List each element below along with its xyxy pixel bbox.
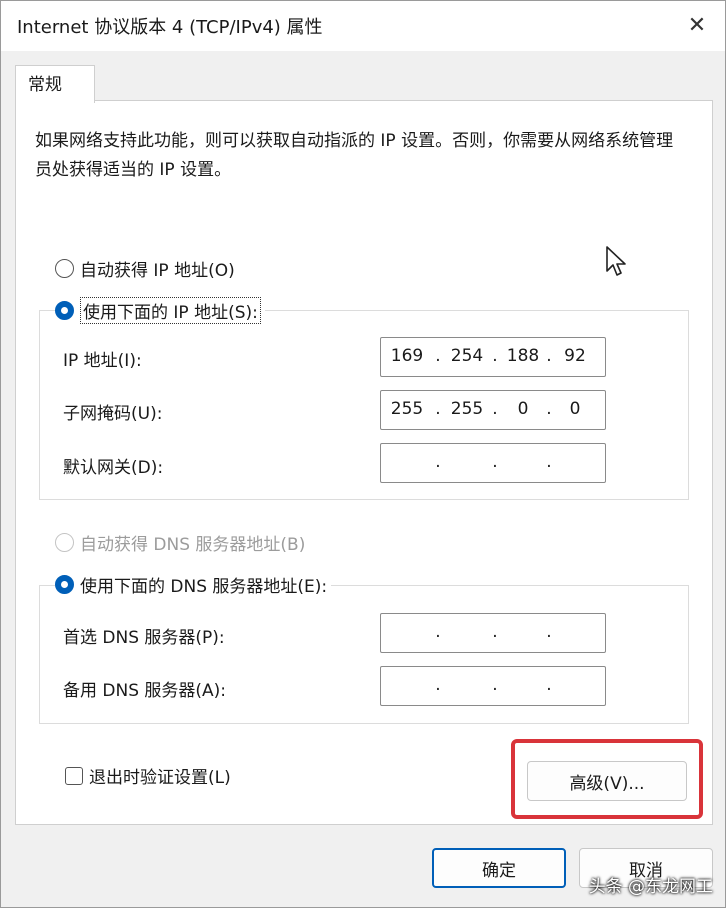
- mask-dot: .: [435, 399, 441, 419]
- mask-dot: .: [492, 399, 498, 419]
- subnet-mask-input[interactable]: 255 . 255 . 0 . 0: [380, 390, 606, 430]
- manual-ip-label: 使用下面的 IP 地址(S):: [80, 297, 261, 324]
- manual-dns-label: 使用下面的 DNS 服务器地址(E):: [80, 577, 328, 597]
- adns-dot: .: [546, 675, 552, 695]
- alternate-dns-input[interactable]: . . .: [380, 666, 606, 706]
- highlight-annotation: [511, 739, 703, 819]
- default-gateway-label: 默认网关(D):: [63, 458, 164, 478]
- ok-button[interactable]: 确定: [432, 848, 566, 888]
- ipv4-properties-dialog: Internet 协议版本 4 (TCP/IPv4) 属性 ✕ 常规 如果网络支…: [0, 0, 726, 908]
- auto-ip-label: 自动获得 IP 地址(O): [80, 261, 235, 281]
- manual-dns-radio[interactable]: [55, 575, 74, 594]
- mask-octet-3: 0: [517, 399, 529, 419]
- auto-dns-label: 自动获得 DNS 服务器地址(B): [80, 535, 306, 555]
- mask-octet-4: 0: [569, 399, 581, 419]
- validate-settings-option[interactable]: 退出时验证设置(L): [65, 763, 231, 788]
- pdns-dot: .: [492, 622, 498, 642]
- auto-ip-option[interactable]: 自动获得 IP 地址(O): [55, 256, 235, 281]
- ip-octet-1: 169: [390, 346, 424, 366]
- preferred-dns-label: 首选 DNS 服务器(P):: [63, 628, 225, 648]
- auto-dns-radio: [55, 533, 74, 552]
- ip-dot: .: [492, 346, 498, 366]
- mask-octet-2: 255: [450, 399, 484, 419]
- window-title: Internet 协议版本 4 (TCP/IPv4) 属性: [17, 17, 323, 38]
- watermark: 头条 @东龙网工: [588, 877, 713, 897]
- ip-address-input[interactable]: 169 . 254 . 188 . 92: [380, 337, 606, 377]
- ip-octet-2: 254: [450, 346, 484, 366]
- close-icon: ✕: [687, 12, 707, 38]
- close-button[interactable]: ✕: [669, 1, 725, 49]
- auto-ip-radio[interactable]: [55, 259, 74, 278]
- preferred-dns-input[interactable]: . . .: [380, 613, 606, 653]
- title-bar: Internet 协议版本 4 (TCP/IPv4) 属性 ✕: [1, 1, 725, 51]
- ip-dot: .: [435, 346, 441, 366]
- pdns-dot: .: [546, 622, 552, 642]
- auto-dns-option: 自动获得 DNS 服务器地址(B): [55, 530, 305, 555]
- tab-strip: 常规: [1, 51, 725, 103]
- default-gateway-input[interactable]: . . .: [380, 443, 606, 483]
- adns-dot: .: [492, 675, 498, 695]
- tab-general[interactable]: 常规: [15, 65, 95, 103]
- pdns-dot: .: [435, 622, 441, 642]
- subnet-mask-label: 子网掩码(U):: [63, 404, 163, 424]
- adns-dot: .: [435, 675, 441, 695]
- validate-settings-checkbox[interactable]: [65, 766, 83, 785]
- manual-ip-option[interactable]: 使用下面的 IP 地址(S):: [55, 297, 265, 324]
- ip-dot: .: [546, 346, 552, 366]
- gateway-dot: .: [546, 452, 552, 472]
- ip-address-label: IP 地址(I):: [63, 351, 142, 371]
- mouse-pointer-icon: [606, 246, 626, 276]
- mask-dot: .: [546, 399, 552, 419]
- ip-octet-4: 92: [564, 346, 586, 366]
- ip-octet-3: 188: [506, 346, 540, 366]
- gateway-dot: .: [435, 452, 441, 472]
- mask-octet-1: 255: [390, 399, 424, 419]
- validate-settings-label: 退出时验证设置(L): [89, 768, 231, 788]
- alternate-dns-label: 备用 DNS 服务器(A):: [63, 681, 227, 701]
- description-text: 如果网络支持此功能，则可以获取自动指派的 IP 设置。否则，你需要从网络系统管理…: [35, 131, 674, 180]
- manual-dns-option[interactable]: 使用下面的 DNS 服务器地址(E):: [55, 572, 332, 597]
- manual-ip-radio[interactable]: [55, 301, 74, 320]
- gateway-dot: .: [492, 452, 498, 472]
